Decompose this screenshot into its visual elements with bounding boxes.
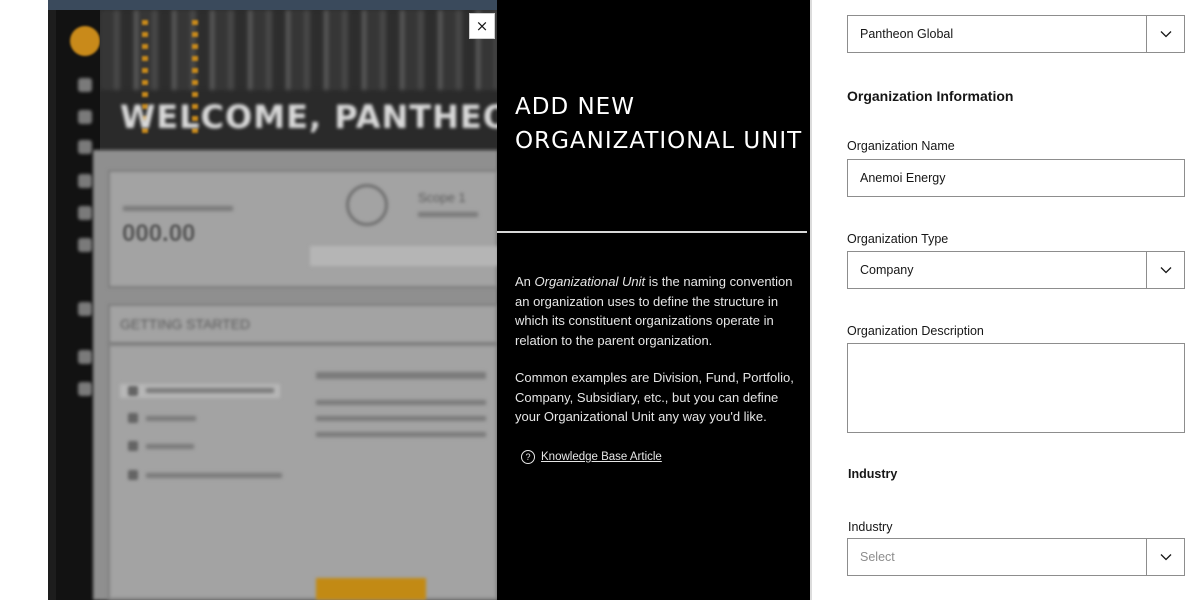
background-welcome-title: WELCOME, PANTHEON G: [120, 98, 498, 136]
industry-heading: Industry: [848, 467, 898, 481]
knowledge-base-link[interactable]: ? Knowledge Base Article: [521, 450, 662, 464]
organization-name-input[interactable]: Anemoi Energy: [847, 159, 1185, 197]
background-text-line: [316, 416, 486, 421]
description-paragraph: An Organizational Unit is the naming con…: [515, 272, 800, 350]
chevron-down-icon: [1146, 16, 1184, 52]
organization-type-label: Organization Type: [847, 232, 949, 246]
background-note: [310, 246, 498, 266]
organization-name-label: Organization Name: [847, 139, 955, 153]
background-getting-started: GETTING STARTED: [120, 316, 251, 332]
background-nav-icon: [78, 206, 92, 220]
background-steps-card: [108, 344, 498, 600]
background-nav-icon: [78, 238, 92, 252]
background-cta-button: [316, 578, 426, 600]
organization-description-textarea[interactable]: [847, 343, 1185, 433]
background-nav-icon: [78, 350, 92, 364]
background-text-line: [316, 372, 486, 379]
background-total-value: 000.00: [122, 220, 196, 247]
panel-title: ADD NEW ORGANIZATIONAL UNIT: [515, 94, 803, 154]
close-button[interactable]: ×: [469, 13, 495, 39]
question-circle-icon: ?: [521, 450, 535, 464]
info-panel: ADD NEW ORGANIZATIONAL UNIT An Organizat…: [497, 0, 810, 600]
organization-information-heading: Organization Information: [847, 88, 1014, 104]
background-step-icon: [128, 413, 138, 423]
background-text-line: [316, 432, 486, 437]
background-app: WELCOME, PANTHEON G 000.00 Scope 1 GETTI…: [48, 0, 498, 600]
knowledge-base-link-label: Knowledge Base Article: [541, 451, 662, 463]
background-nav-icon: [78, 382, 92, 396]
close-icon: ×: [475, 17, 489, 35]
chevron-down-icon: [1146, 539, 1184, 575]
background-text-line: [418, 212, 478, 217]
background-text-line: [146, 473, 282, 478]
industry-placeholder: Select: [860, 550, 895, 564]
background-nav-icon: [78, 140, 92, 154]
screen: WELCOME, PANTHEON G 000.00 Scope 1 GETTI…: [0, 0, 1200, 600]
industry-select[interactable]: Select: [847, 538, 1185, 576]
background-scope-label: Scope 1: [418, 190, 466, 205]
background-progress-ring: [346, 184, 388, 226]
background-text-line: [146, 416, 196, 421]
background-text-line: [316, 400, 486, 405]
examples-paragraph: Common examples are Division, Fund, Port…: [515, 370, 794, 424]
background-header-image: [100, 10, 498, 90]
chevron-down-icon: [1146, 252, 1184, 288]
background-header: WELCOME, PANTHEON G: [100, 10, 498, 150]
background-top-band: [48, 0, 498, 10]
background-nav-icon: [78, 78, 92, 92]
background-step-icon: [128, 470, 138, 480]
organization-description-label: Organization Description: [847, 324, 984, 338]
parent-organization-value: Pantheon Global: [860, 27, 954, 41]
panel-divider: [497, 231, 807, 233]
background-nav-icon: [78, 110, 92, 124]
background-text-line: [146, 388, 274, 393]
background-nav-icon: [78, 174, 92, 188]
background-text-line: [146, 444, 194, 449]
organization-type-select[interactable]: Company: [847, 251, 1185, 289]
industry-label: Industry: [848, 520, 893, 534]
organization-name-value: Anemoi Energy: [860, 171, 946, 185]
parent-organization-select[interactable]: Pantheon Global: [847, 15, 1185, 53]
organization-type-value: Company: [860, 263, 914, 277]
background-step-icon: [128, 386, 138, 396]
left-margin: [0, 0, 48, 600]
form-panel: Pantheon Global Organization Information…: [812, 0, 1200, 600]
background-logo-icon: [70, 26, 100, 56]
background-step-icon: [128, 441, 138, 451]
background-nav-icon: [78, 302, 92, 316]
description-text: An: [515, 274, 535, 289]
background-text-line: [123, 206, 233, 211]
description-emphasis: Organizational Unit: [534, 274, 646, 289]
